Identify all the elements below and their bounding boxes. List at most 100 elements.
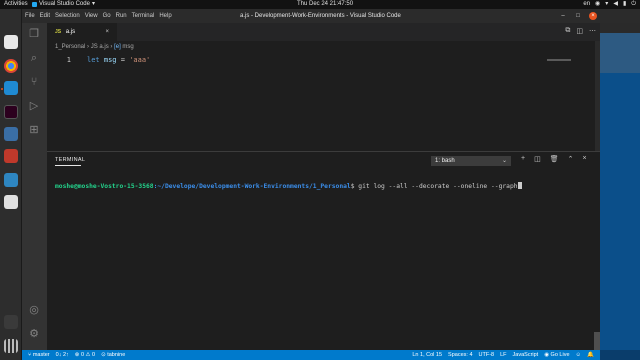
- status-bar: ⑂ master 0↓ 2↑ ⊗ 0 ⚠ 0 ⊙ tabnine Ln 1, C…: [22, 350, 600, 360]
- end-of-line[interactable]: LF: [500, 350, 506, 360]
- vscode-small-icon: [32, 2, 37, 7]
- files-app-icon[interactable]: [4, 35, 18, 49]
- background-window-panel: [600, 33, 640, 73]
- maximize-panel-icon[interactable]: ⌃: [568, 155, 574, 163]
- background-window: [600, 9, 640, 360]
- prompt-user: moshe@moshe-Vostro-15-3568: [55, 183, 154, 190]
- app-menu[interactable]: Visual Studio Code ▾: [32, 0, 95, 9]
- background-window-titlebar: [600, 9, 640, 23]
- more-actions-icon[interactable]: ⋯: [589, 27, 596, 35]
- menu-selection[interactable]: Selection: [55, 9, 80, 23]
- source-control-icon[interactable]: ⑂: [27, 75, 41, 89]
- feedback-icon[interactable]: ☺: [576, 350, 582, 360]
- symbol-variable-icon: [e]: [114, 44, 121, 50]
- javascript-file-icon: JS: [55, 29, 62, 35]
- code-text[interactable]: let msg = 'aaa': [87, 56, 150, 65]
- menu-view[interactable]: View: [85, 9, 98, 23]
- software-icon[interactable]: [4, 195, 18, 209]
- battery-icon[interactable]: ▮: [623, 0, 626, 9]
- menu-edit[interactable]: Edit: [40, 9, 50, 23]
- terminal-panel: TERMINAL 1: bash ⌄ + ◫ 🗑 ⌃ × moshe@moshe…: [47, 151, 600, 351]
- tab-a-js[interactable]: JS a.js ×: [47, 23, 117, 41]
- terminal-line[interactable]: moshe@moshe-Vostro-15-3568:~/Develope/De…: [55, 182, 522, 190]
- app-icon[interactable]: [4, 127, 18, 141]
- chevron-down-icon: ⌄: [501, 158, 507, 164]
- title-bar: File Edit Selection View Go Run Terminal…: [22, 9, 600, 23]
- dock: [0, 9, 22, 360]
- branch-status[interactable]: ⑂ master: [28, 350, 50, 360]
- activities-button[interactable]: Activities: [4, 0, 28, 9]
- search-icon[interactable]: ⌕: [27, 51, 41, 65]
- tabnine-status[interactable]: ⊙ tabnine: [101, 350, 125, 360]
- kill-terminal-icon[interactable]: 🗑: [550, 155, 559, 163]
- open-changes-icon[interactable]: ⧉: [565, 27, 570, 35]
- split-terminal-icon[interactable]: ◫: [534, 155, 541, 163]
- indentation[interactable]: Spaces: 4: [448, 350, 472, 360]
- editor-tabs: JS a.js × ⧉ ◫ ⋯: [47, 23, 600, 41]
- power-icon[interactable]: ⏻: [631, 0, 636, 9]
- breadcrumb: 1_Personal › JS a.js › [e] msg: [55, 44, 134, 50]
- close-panel-icon[interactable]: ×: [582, 155, 586, 163]
- network-icon[interactable]: ▾: [605, 0, 608, 9]
- terminal-cursor: [517, 182, 522, 189]
- tab-terminal[interactable]: TERMINAL: [55, 157, 85, 163]
- terminal-select-value: 1: bash: [435, 158, 455, 164]
- vscode-window: File Edit Selection View Go Run Terminal…: [22, 9, 600, 360]
- code-line[interactable]: 1 let msg = 'aaa': [47, 56, 600, 65]
- go-live-button[interactable]: ◉ Go Live: [544, 350, 569, 360]
- active-tab-indicator: [55, 165, 81, 166]
- menu-bar: File Edit Selection View Go Run Terminal…: [25, 9, 172, 23]
- maximize-icon[interactable]: □: [574, 12, 582, 20]
- new-terminal-icon[interactable]: +: [521, 155, 525, 163]
- menu-file[interactable]: File: [25, 9, 35, 23]
- terminal-icon[interactable]: [4, 105, 18, 119]
- minimap[interactable]: [547, 59, 571, 61]
- language-mode[interactable]: JavaScript: [513, 350, 539, 360]
- problems-status[interactable]: ⊗ 0 ⚠ 0: [75, 350, 95, 360]
- system-top-bar: Activities Visual Studio Code ▾ Thu Dec …: [0, 0, 640, 9]
- background-window-statusbar: [600, 350, 640, 360]
- encoding[interactable]: UTF-8: [479, 350, 495, 360]
- close-icon[interactable]: ×: [589, 12, 597, 20]
- volume-icon[interactable]: ◀: [613, 0, 618, 9]
- close-tab-icon[interactable]: ×: [105, 23, 109, 41]
- editor-area: JS a.js × ⧉ ◫ ⋯ 1_Personal › JS a.js › […: [47, 23, 600, 151]
- terminal-command: $ git log --all --decorate --oneline --g…: [350, 183, 518, 190]
- chrome-icon[interactable]: [4, 59, 18, 73]
- notifications-icon[interactable]: 🔔: [587, 350, 594, 360]
- sync-status[interactable]: 0↓ 2↑: [56, 350, 69, 360]
- extensions-icon[interactable]: ⊞: [27, 123, 41, 137]
- minimize-icon[interactable]: –: [559, 12, 567, 20]
- running-indicator: [1, 88, 3, 90]
- breadcrumb-folder[interactable]: 1_Personal: [55, 44, 85, 50]
- files-icon[interactable]: ❐: [27, 27, 41, 41]
- cursor-position[interactable]: Ln 1, Col 15: [412, 350, 442, 360]
- breadcrumb-file[interactable]: JS a.js: [91, 44, 109, 50]
- activity-bar: ❐ ⌕ ⑂ ▷ ⊞ ◎ ⚙: [22, 23, 47, 350]
- background-window-toolbar: [600, 23, 640, 33]
- split-editor-icon[interactable]: ◫: [576, 27, 583, 35]
- menu-help[interactable]: Help: [159, 9, 171, 23]
- chevron-down-icon: ▾: [91, 1, 95, 7]
- image-viewer-icon[interactable]: [4, 149, 18, 163]
- window-title: a.js - Development-Work-Environments - V…: [240, 13, 401, 19]
- tab-label: a.js: [65, 29, 76, 35]
- vscode-icon[interactable]: [4, 81, 18, 95]
- account-icon[interactable]: ◎: [27, 303, 41, 317]
- show-apps-icon[interactable]: [4, 339, 18, 353]
- app-name-label: Visual Studio Code: [39, 1, 90, 7]
- trash-icon[interactable]: [4, 315, 18, 329]
- line-number: 1: [66, 56, 71, 64]
- menu-run[interactable]: Run: [116, 9, 127, 23]
- accessibility-icon[interactable]: ◉: [595, 0, 600, 9]
- system-monitor-icon[interactable]: [4, 173, 18, 187]
- menu-go[interactable]: Go: [103, 9, 111, 23]
- clock[interactable]: Thu Dec 24 21:47:50: [297, 0, 353, 9]
- menu-terminal[interactable]: Terminal: [132, 9, 155, 23]
- run-debug-icon[interactable]: ▷: [27, 99, 41, 113]
- settings-gear-icon[interactable]: ⚙: [27, 327, 41, 341]
- system-tray[interactable]: en ◉ ▾ ◀ ▮ ⏻: [583, 0, 636, 9]
- language-indicator[interactable]: en: [583, 0, 590, 9]
- breadcrumb-symbol[interactable]: msg: [122, 44, 133, 50]
- terminal-select[interactable]: 1: bash ⌄: [431, 156, 511, 166]
